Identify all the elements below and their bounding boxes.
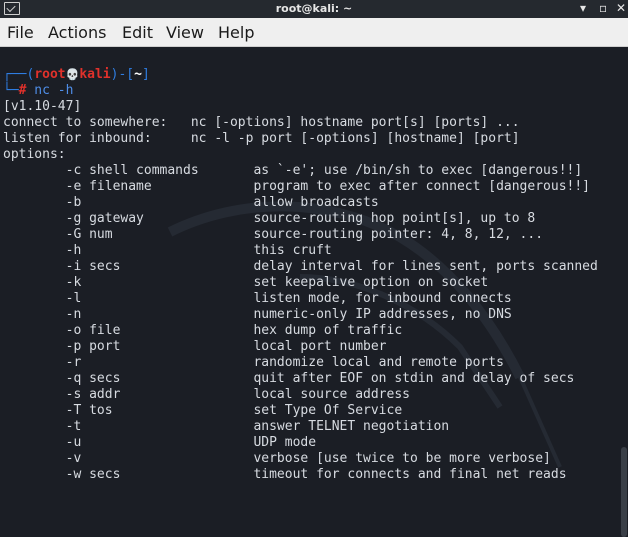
prompt-frame-open: ┌──( bbox=[3, 67, 35, 82]
scrollbar[interactable] bbox=[620, 47, 628, 537]
scrollbar-thumb[interactable] bbox=[621, 447, 627, 537]
output-line: -u UDP mode bbox=[3, 435, 317, 450]
output-line: -p port local port number bbox=[3, 339, 387, 354]
output-line: -G num source-routing pointer: 4, 8, 12,… bbox=[3, 227, 544, 242]
output-line: -h this cruft bbox=[3, 243, 332, 258]
output-line: options: bbox=[3, 147, 66, 162]
output-line: -l listen mode, for inbound connects bbox=[3, 291, 512, 306]
output-line: -c shell commands as `-e'; use /bin/sh t… bbox=[3, 163, 583, 178]
prompt-dir: ~ bbox=[134, 67, 142, 82]
output-line: -T tos set Type Of Service bbox=[3, 403, 403, 418]
output-line: -o file hex dump of traffic bbox=[3, 323, 403, 338]
prompt-line-2: └─# nc -h bbox=[3, 83, 73, 99]
menu-view[interactable]: View bbox=[166, 23, 204, 42]
output-line: -e filename program to exec after connec… bbox=[3, 179, 590, 194]
output-line: -i secs delay interval for lines sent, p… bbox=[3, 259, 598, 274]
output-line: -t answer TELNET negotiation bbox=[3, 419, 450, 434]
skull-icon: 💀 bbox=[65, 68, 80, 81]
terminal-area[interactable]: ┌──(root💀kali)-[~] └─# nc -h [v1.10-47] … bbox=[0, 47, 628, 508]
menu-file[interactable]: File bbox=[7, 23, 34, 42]
prompt-user: root bbox=[34, 67, 66, 82]
title-bar: root@kali: ~ ▾ ▫ ✕ bbox=[0, 0, 628, 18]
output-line: listen for inbound: nc -l -p port [-opti… bbox=[3, 131, 520, 146]
prompt-host: kali bbox=[79, 67, 111, 82]
output-line: -k set keepalive option on socket bbox=[3, 275, 489, 290]
output-line: [v1.10-47] bbox=[3, 99, 82, 114]
output-line: -q secs quit after EOF on stdin and dela… bbox=[3, 371, 575, 386]
output-line: connect to somewhere: nc [-options] host… bbox=[3, 115, 520, 130]
window-title: root@kali: ~ bbox=[275, 2, 353, 15]
command-text: nc -h bbox=[26, 83, 74, 98]
maximize-button[interactable]: ▫ bbox=[599, 1, 607, 15]
output-line: -b allow broadcasts bbox=[3, 195, 379, 210]
prompt-frame-second: └─ bbox=[3, 83, 19, 98]
menu-edit[interactable]: Edit bbox=[122, 23, 153, 42]
menu-bar: File Actions Edit View Help bbox=[0, 18, 628, 47]
output-line: -s addr local source address bbox=[3, 387, 410, 402]
close-button[interactable]: ✕ bbox=[616, 1, 626, 15]
output-line: -n numeric-only IP addresses, no DNS bbox=[3, 307, 512, 322]
output-line: -g gateway source-routing hop point[s], … bbox=[3, 211, 536, 226]
menu-actions[interactable]: Actions bbox=[48, 23, 106, 42]
prompt-frame-mid: )-[ bbox=[110, 67, 135, 82]
output-line: -v verbose [use twice to be more verbose… bbox=[3, 451, 551, 466]
prompt-line-1: ┌──(root💀kali)-[~] bbox=[3, 67, 150, 83]
minimize-button[interactable]: ▾ bbox=[580, 1, 586, 15]
menu-help[interactable]: Help bbox=[218, 23, 254, 42]
output-line: -w secs timeout for connects and final n… bbox=[3, 467, 567, 482]
prompt-frame-close: ] bbox=[141, 67, 150, 82]
output-line: -r randomize local and remote ports bbox=[3, 355, 504, 370]
